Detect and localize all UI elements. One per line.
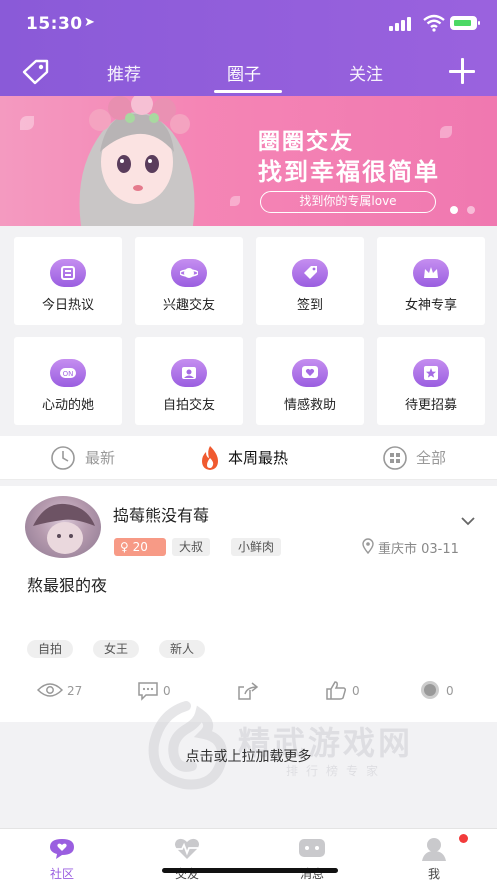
tabbar-label: 社区 xyxy=(49,867,74,881)
crown-icon xyxy=(413,259,449,287)
post-tag[interactable]: 女王 xyxy=(93,640,140,658)
recruit-star-icon xyxy=(413,359,449,387)
tabbar-label: 我 xyxy=(427,867,440,881)
user-tag: 大叔 xyxy=(172,538,211,556)
post-location: 重庆市 03-11 xyxy=(378,542,459,557)
checkin-tag-icon xyxy=(292,259,328,287)
category-label: 待更招募 xyxy=(404,398,457,413)
category-label: 签到 xyxy=(296,298,323,313)
sort-filter-bar: 最新 本周最热 全部 xyxy=(0,436,497,480)
cellular-signal-icon xyxy=(389,17,413,31)
tabbar-community[interactable]: 社区 xyxy=(22,829,102,883)
age-value: 20 xyxy=(132,540,148,554)
post-content: 熬最狠的夜 xyxy=(27,576,108,595)
banner-subtitle: 找到幸福很简单 xyxy=(258,158,440,186)
on-badge-icon: ON xyxy=(50,359,86,387)
age-badge: ♀ 20 xyxy=(114,538,166,556)
location-arrow-icon: ➤ xyxy=(84,15,95,30)
category-label: 心动的她 xyxy=(41,398,94,413)
category-label: 女神专享 xyxy=(404,298,457,313)
post-card[interactable]: 捣莓熊没有莓 ♀ 20 大叔 小鲜肉 重庆市 03-11 熬最狠的夜 自拍 女王… xyxy=(0,486,497,722)
add-icon[interactable] xyxy=(449,58,475,84)
home-indicator xyxy=(162,868,338,873)
filter-all[interactable]: 全部 xyxy=(416,447,446,468)
clock-icon xyxy=(51,446,75,470)
female-icon: ♀ xyxy=(120,540,129,554)
selfie-photo-icon xyxy=(171,359,207,387)
category-recruit[interactable]: 待更招募 xyxy=(377,337,485,425)
heart-chat-icon xyxy=(292,359,328,387)
carousel-dot xyxy=(467,206,475,214)
category-grid: 今日热议 兴趣交友 签到 女神专享 ON 心动的她 自拍交友 情感救助 待更招募 xyxy=(0,226,497,436)
tab-circle[interactable]: 圈子 xyxy=(227,60,261,85)
tabbar-messages[interactable]: 消息 xyxy=(272,829,352,883)
app-header: 15:30 ➤ 推荐 圈子 关注 xyxy=(0,0,497,96)
community-chat-icon xyxy=(50,839,74,859)
category-label: 兴趣交友 xyxy=(162,298,215,313)
battery-icon xyxy=(450,16,480,30)
heartbeat-icon xyxy=(175,838,199,859)
filter-weekly-hot[interactable]: 本周最热 xyxy=(228,447,288,468)
views-count: 27 xyxy=(67,684,83,698)
category-label: 自拍交友 xyxy=(162,398,215,413)
category-interest[interactable]: 兴趣交友 xyxy=(135,237,243,325)
category-label: 情感救助 xyxy=(283,398,336,413)
category-goddess[interactable]: 女神专享 xyxy=(377,237,485,325)
message-icon xyxy=(299,839,325,857)
status-time: 15:30 xyxy=(26,14,83,34)
tab-recommend[interactable]: 推荐 xyxy=(107,60,141,85)
top-nav: 推荐 圈子 关注 xyxy=(0,50,497,96)
post-username[interactable]: 捣莓熊没有莓 xyxy=(113,502,209,526)
user-tag: 小鲜肉 xyxy=(231,538,282,556)
hot-topic-icon xyxy=(50,259,86,287)
profile-icon xyxy=(422,838,446,861)
tabbar-dating[interactable]: 交友 xyxy=(147,829,227,883)
category-label: 今日热议 xyxy=(41,298,94,313)
post-tag[interactable]: 新人 xyxy=(159,640,206,658)
post-tag[interactable]: 自拍 xyxy=(27,640,74,658)
load-more-button[interactable]: 点击或上拉加载更多 xyxy=(0,736,497,778)
promo-banner[interactable]: 圈圈交友 找到幸福很简单 找到你的专属love xyxy=(0,96,497,226)
location-pin-icon xyxy=(362,538,374,555)
chevron-down-icon[interactable] xyxy=(460,516,476,526)
interest-planet-icon xyxy=(171,259,207,287)
category-checkin[interactable]: 签到 xyxy=(256,237,364,325)
banner-girl-illustration xyxy=(79,96,195,226)
filter-latest[interactable]: 最新 xyxy=(85,447,115,468)
svg-text:ON: ON xyxy=(63,370,74,378)
category-emotion[interactable]: 情感救助 xyxy=(256,337,364,425)
carousel-dot-active xyxy=(450,206,458,214)
active-tab-indicator xyxy=(214,90,282,93)
tag-icon[interactable] xyxy=(20,58,50,86)
eye-icon xyxy=(37,683,63,697)
grid-icon xyxy=(383,446,407,470)
bottom-tab-bar: 社区 交友 消息 我 xyxy=(0,828,497,883)
category-crush[interactable]: ON 心动的她 xyxy=(14,337,122,425)
notification-dot xyxy=(459,834,468,843)
banner-pill: 找到你的专属love xyxy=(260,191,436,213)
flame-icon xyxy=(202,446,218,470)
wifi-icon xyxy=(423,14,445,32)
tab-follow[interactable]: 关注 xyxy=(349,60,383,85)
category-selfie[interactable]: 自拍交友 xyxy=(135,337,243,425)
status-bar: 15:30 ➤ xyxy=(0,0,497,48)
avatar[interactable] xyxy=(25,496,101,558)
category-hot-topic[interactable]: 今日热议 xyxy=(14,237,122,325)
